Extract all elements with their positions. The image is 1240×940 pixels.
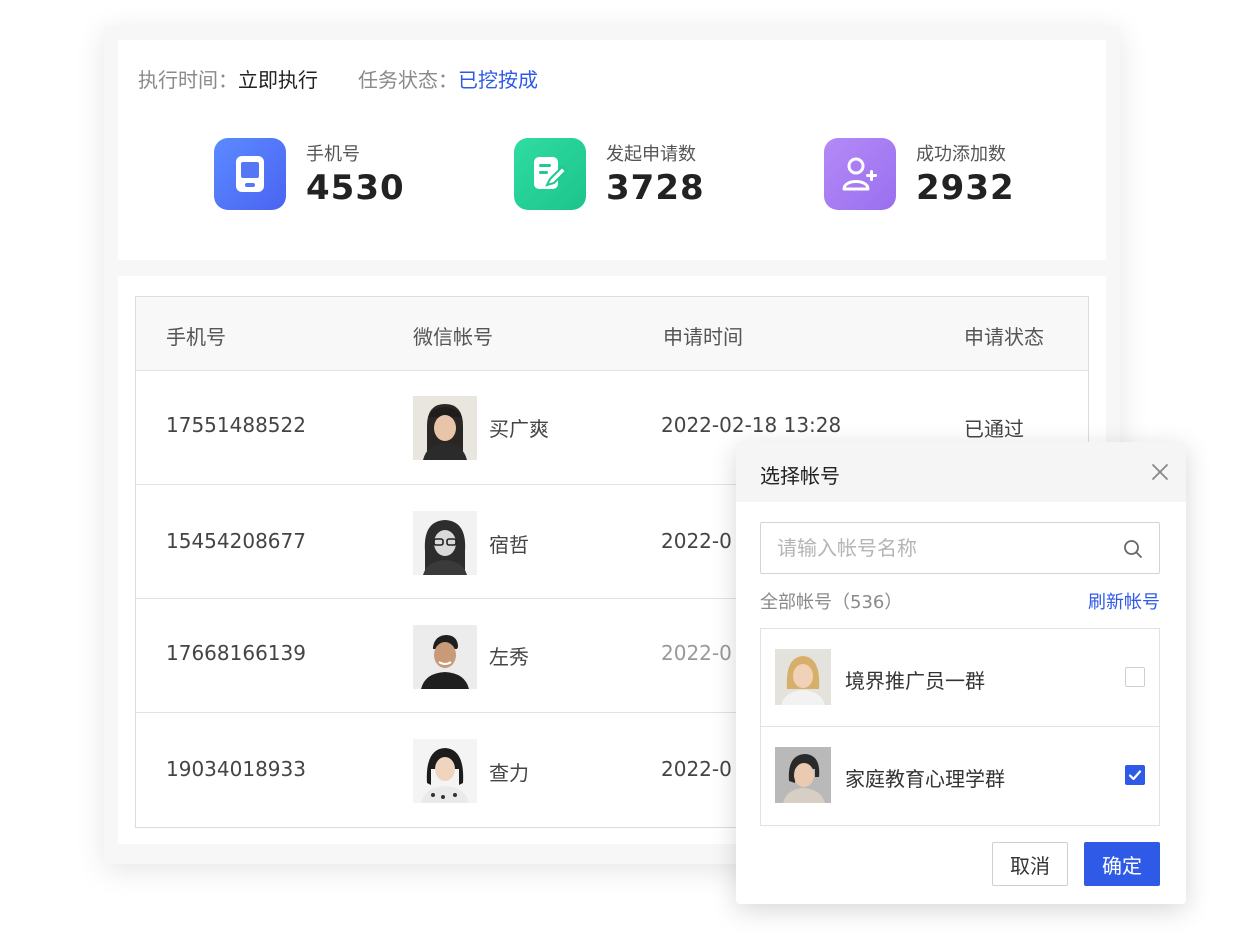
apply-time: 2022-02-18 13:28: [661, 413, 842, 437]
phone-cell: 15454208677: [166, 529, 306, 553]
column-header: 申请状态: [964, 325, 1044, 349]
phone-cell: 17668166139: [166, 641, 306, 665]
avatar: [775, 649, 831, 705]
cancel-button[interactable]: 取消: [992, 842, 1068, 886]
wechat-name: 查力: [489, 761, 529, 785]
apply-time: 2022-0: [661, 757, 732, 781]
select-account-dialog: 选择帐号 全部帐号（536） 刷新帐号 境界推广员一群 家庭教育心理学群: [736, 442, 1186, 904]
avatar: [413, 625, 477, 689]
account-list: 境界推广员一群 家庭教育心理学群: [760, 628, 1160, 826]
stat-value: 4530: [306, 168, 405, 208]
stat-added: 成功添加数 2932: [824, 138, 1015, 210]
apply-time: 2022-0: [661, 529, 732, 553]
task-status-value: 已挖按成: [458, 68, 538, 92]
stat-applications: 发起申请数 3728: [514, 138, 705, 210]
phone-cell: 17551488522: [166, 413, 306, 437]
confirm-button[interactable]: 确定: [1084, 842, 1160, 886]
search-input[interactable]: [761, 523, 1121, 573]
phone-icon: [214, 138, 286, 210]
task-summary: 执行时间： 立即执行 任务状态： 已挖按成 手机号 4530 发起申请数 372…: [118, 40, 1106, 260]
account-count: 全部帐号（536）: [760, 592, 903, 613]
exec-time-label: 执行时间：: [138, 68, 238, 92]
account-checkbox[interactable]: [1125, 667, 1145, 687]
column-header: 微信帐号: [413, 325, 493, 349]
avatar: [775, 747, 831, 803]
stat-phone-count: 手机号 4530: [214, 138, 405, 210]
refresh-accounts-link[interactable]: 刷新帐号: [1088, 588, 1160, 614]
phone-cell: 19034018933: [166, 757, 306, 781]
edit-document-icon: [514, 138, 586, 210]
dialog-title: 选择帐号: [760, 464, 840, 488]
avatar: [413, 739, 477, 803]
task-meta-row: 执行时间： 立即执行 任务状态： 已挖按成: [138, 64, 538, 93]
close-icon[interactable]: [1150, 462, 1170, 482]
wechat-name: 左秀: [489, 645, 529, 669]
wechat-name: 买广爽: [489, 417, 549, 441]
apply-time: 2022-0: [661, 641, 732, 665]
add-user-icon: [824, 138, 896, 210]
wechat-name: 宿哲: [489, 533, 529, 557]
stat-value: 2932: [916, 168, 1015, 208]
stat-label: 发起申请数: [606, 144, 696, 165]
exec-time-value: 立即执行: [238, 68, 318, 92]
column-header: 手机号: [166, 325, 226, 349]
account-checkbox[interactable]: [1125, 765, 1145, 785]
table-header: 手机号 微信帐号 申请时间 申请状态: [136, 297, 1088, 371]
apply-status: 已通过: [964, 417, 1024, 441]
stat-value: 3728: [606, 168, 705, 208]
account-name: 家庭教育心理学群: [845, 767, 1005, 791]
column-header: 申请时间: [663, 325, 743, 349]
search-icon[interactable]: [1123, 539, 1143, 563]
avatar: [413, 396, 477, 460]
account-item[interactable]: 境界推广员一群: [761, 629, 1159, 727]
stat-label: 手机号: [306, 144, 360, 165]
account-item[interactable]: 家庭教育心理学群: [761, 727, 1159, 825]
task-status-label: 任务状态：: [358, 68, 458, 92]
avatar: [413, 511, 477, 575]
stat-label: 成功添加数: [916, 144, 1006, 165]
account-name: 境界推广员一群: [845, 669, 985, 693]
check-icon: [1128, 770, 1142, 781]
dialog-header: 选择帐号: [736, 442, 1186, 502]
account-search: [760, 522, 1160, 574]
